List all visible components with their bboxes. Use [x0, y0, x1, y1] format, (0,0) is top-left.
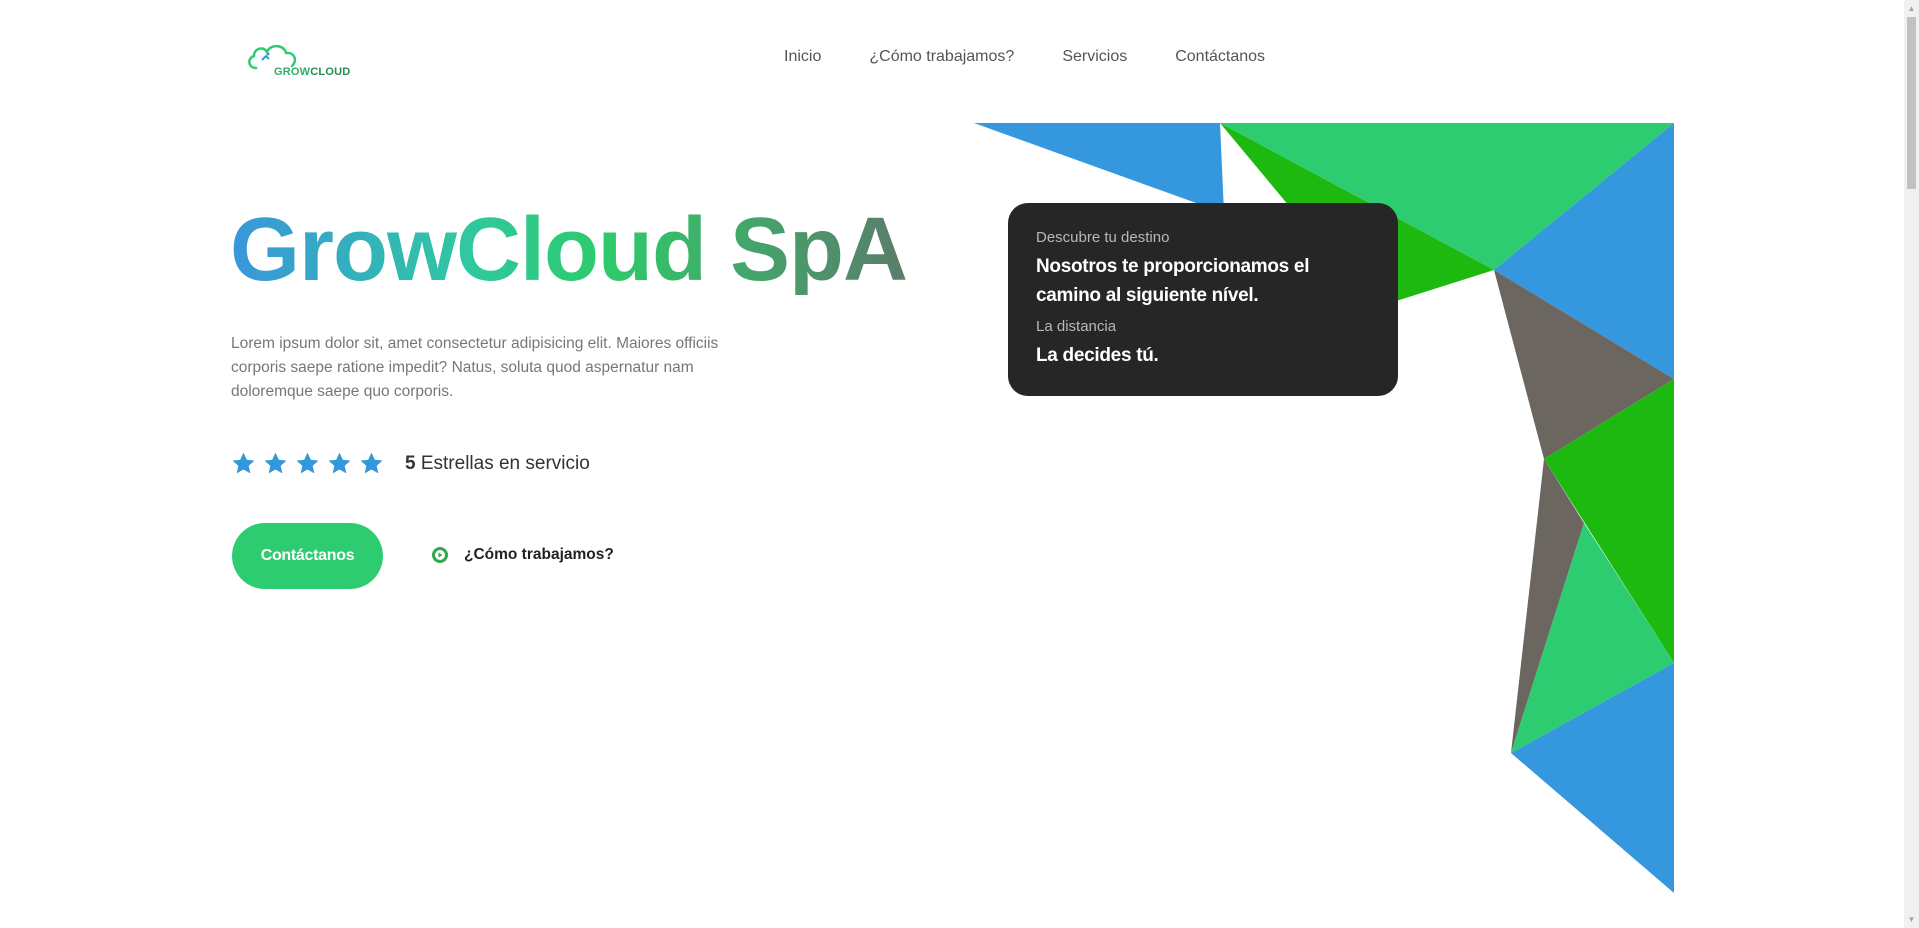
contact-button[interactable]: Contáctanos — [232, 523, 383, 589]
nav-inicio[interactable]: Inicio — [784, 48, 821, 66]
how-we-work-link[interactable]: ¿Cómo trabajamos? — [431, 546, 614, 564]
card-value-decides: La decides tú. — [1036, 345, 1159, 366]
hero-description: Lorem ipsum dolor sit, amet consectetur … — [231, 335, 719, 400]
rating: 5 Estrellas en servicio — [231, 451, 590, 476]
how-we-work-label: ¿Cómo trabajamos? — [464, 546, 614, 563]
star-icon — [232, 452, 255, 474]
star-icon — [296, 452, 319, 474]
page-scrollbar[interactable]: ▲ ▼ — [1904, 0, 1919, 928]
rating-caption: 5 Estrellas en servicio — [405, 453, 590, 475]
logo[interactable]: GROWCLOUD — [246, 40, 350, 84]
shape-blue-top — [974, 123, 1224, 213]
rating-label: Estrellas en servicio — [420, 452, 590, 474]
card-label-destino: Descubre tu destino — [1036, 229, 1170, 246]
star-icon — [360, 452, 383, 474]
play-icon — [432, 547, 448, 563]
nav-como-trabajamos[interactable]: ¿Cómo trabajamos? — [869, 48, 1014, 66]
star-icon — [328, 452, 351, 474]
hero-title: GrowCloud SpA — [230, 200, 908, 300]
scrollbar-thumb[interactable] — [1907, 17, 1916, 189]
card-value-camino: Nosotros te proporcionamos el camino al … — [1036, 256, 1310, 306]
star-icon — [264, 452, 287, 474]
nav-servicios[interactable]: Servicios — [1062, 48, 1127, 66]
scroll-up-icon[interactable]: ▲ — [1904, 0, 1919, 17]
card-label-distancia: La distancia — [1036, 318, 1117, 335]
rating-count: 5 — [405, 452, 416, 474]
main-nav: Inicio ¿Cómo trabajamos? Servicios Contá… — [784, 48, 1313, 66]
nav-contactanos[interactable]: Contáctanos — [1175, 48, 1265, 66]
scroll-down-icon[interactable]: ▼ — [1904, 911, 1919, 928]
info-card: Descubre tu destino Nosotros te proporci… — [1008, 203, 1398, 396]
logo-text: GROWCLOUD — [274, 66, 351, 78]
